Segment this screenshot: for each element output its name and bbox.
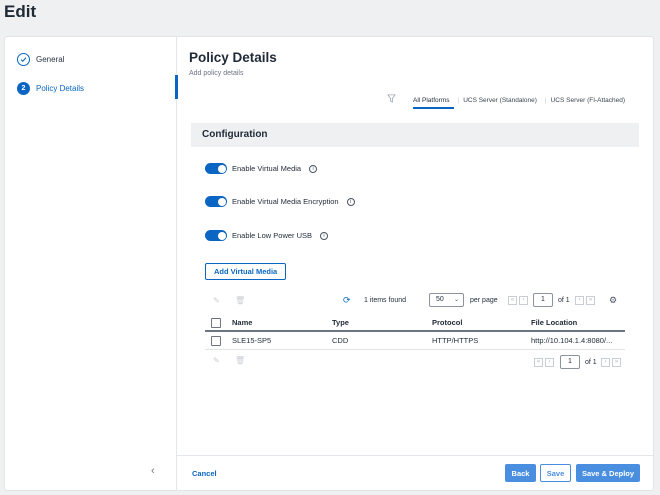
encryption-toggle[interactable] <box>205 196 227 207</box>
filter-icon[interactable] <box>387 94 396 105</box>
step-policy-details[interactable]: 2 Policy Details <box>17 82 84 95</box>
main-subtitle: Add policy details <box>189 70 244 77</box>
last-page-icon[interactable]: » <box>612 358 621 367</box>
delete-icon[interactable]: 🗑 <box>235 296 245 305</box>
tab-divider: | <box>457 97 460 104</box>
per-page-value: 50 <box>436 296 444 303</box>
toggle-row-encryption: Enable Virtual Media Encryption i <box>205 196 355 207</box>
wizard-footer: Cancel Back Save Save & Deploy <box>177 455 653 492</box>
step-general-label: General <box>36 55 65 64</box>
toggle-row-low-power-usb: Enable Low Power USB i <box>205 230 329 241</box>
wizard-sidebar: General 2 Policy Details ‹ <box>5 37 178 490</box>
main-panel: Policy Details Add policy details All Pl… <box>177 37 653 490</box>
per-page-select[interactable]: 50 ⌄ <box>429 293 464 307</box>
step-general[interactable]: General <box>17 53 64 66</box>
save-deploy-button[interactable]: Save & Deploy <box>576 464 640 482</box>
cell-type: CDD <box>332 336 349 345</box>
table-row[interactable]: SLE15-SP5 CDD HTTP/HTTPS http://10.104.1… <box>205 332 625 350</box>
next-page-icon[interactable]: › <box>575 296 584 305</box>
column-header-type[interactable]: Type <box>332 318 349 327</box>
tab-all-platforms[interactable]: All Platforms <box>413 97 455 109</box>
page-input[interactable]: 1 <box>533 293 553 307</box>
configuration-header: Configuration <box>191 123 639 147</box>
tab-divider: | <box>544 97 547 104</box>
save-button[interactable]: Save <box>540 464 571 482</box>
first-page-icon[interactable]: « <box>534 358 543 367</box>
cancel-button[interactable]: Cancel <box>192 469 217 478</box>
check-icon <box>17 53 30 66</box>
page-title: Edit <box>4 2 37 21</box>
info-icon[interactable]: i <box>346 197 355 206</box>
main-title: Policy Details <box>189 50 277 65</box>
per-page-label: per page <box>470 297 498 304</box>
edit-icon[interactable]: ✎ <box>213 356 220 365</box>
first-page-icon[interactable]: « <box>508 296 517 305</box>
low-power-usb-label: Enable Low Power USB <box>232 231 313 240</box>
select-all-checkbox[interactable] <box>211 318 221 328</box>
virtual-media-toggle[interactable] <box>205 163 227 174</box>
step-policy-details-label: Policy Details <box>36 84 85 93</box>
cell-protocol: HTTP/HTTPS <box>432 336 479 345</box>
column-header-name[interactable]: Name <box>232 318 252 327</box>
prev-page-icon[interactable]: ‹ <box>545 358 554 367</box>
page-of-label: of 1 <box>558 297 570 304</box>
chevron-left-icon[interactable]: ‹ <box>151 465 155 477</box>
next-page-icon[interactable]: › <box>601 358 610 367</box>
gear-icon[interactable]: ⚙ <box>609 295 617 306</box>
delete-icon[interactable]: 🗑 <box>235 356 245 365</box>
toggle-row-virtual-media: Enable Virtual Media i <box>205 163 318 174</box>
cell-name: SLE15-SP5 <box>232 336 272 345</box>
cell-file-location: http://10.104.1.4:8080/... <box>531 336 613 345</box>
info-icon[interactable]: i <box>309 164 318 173</box>
platform-tabs: All Platforms | UCS Server (Standalone) … <box>413 97 633 109</box>
virtual-media-label: Enable Virtual Media <box>232 164 302 173</box>
row-checkbox[interactable] <box>211 336 221 346</box>
prev-page-icon[interactable]: ‹ <box>519 296 528 305</box>
back-button[interactable]: Back <box>505 464 536 482</box>
column-header-protocol[interactable]: Protocol <box>432 318 462 327</box>
table-header: Name Type Protocol File Location <box>205 314 625 332</box>
column-header-file-location[interactable]: File Location <box>531 318 577 327</box>
page-of-label: of 1 <box>585 359 597 366</box>
wizard-card: General 2 Policy Details ‹ Policy Detail… <box>4 36 654 491</box>
encryption-label: Enable Virtual Media Encryption <box>232 197 339 206</box>
info-icon[interactable]: i <box>320 231 329 240</box>
chevron-down-icon: ⌄ <box>453 297 459 303</box>
add-virtual-media-button[interactable]: Add Virtual Media <box>205 263 287 280</box>
edit-icon[interactable]: ✎ <box>213 296 220 305</box>
tab-ucs-fi-attached[interactable]: UCS Server (FI-Attached) <box>551 97 630 109</box>
last-page-icon[interactable]: » <box>586 296 595 305</box>
page-input[interactable]: 1 <box>560 355 580 369</box>
items-found: 1 items found <box>364 297 407 304</box>
tab-ucs-standalone[interactable]: UCS Server (Standalone) <box>463 97 542 109</box>
refresh-icon[interactable]: ⟳ <box>343 295 351 306</box>
step-number: 2 <box>17 82 30 95</box>
low-power-usb-toggle[interactable] <box>205 230 227 241</box>
